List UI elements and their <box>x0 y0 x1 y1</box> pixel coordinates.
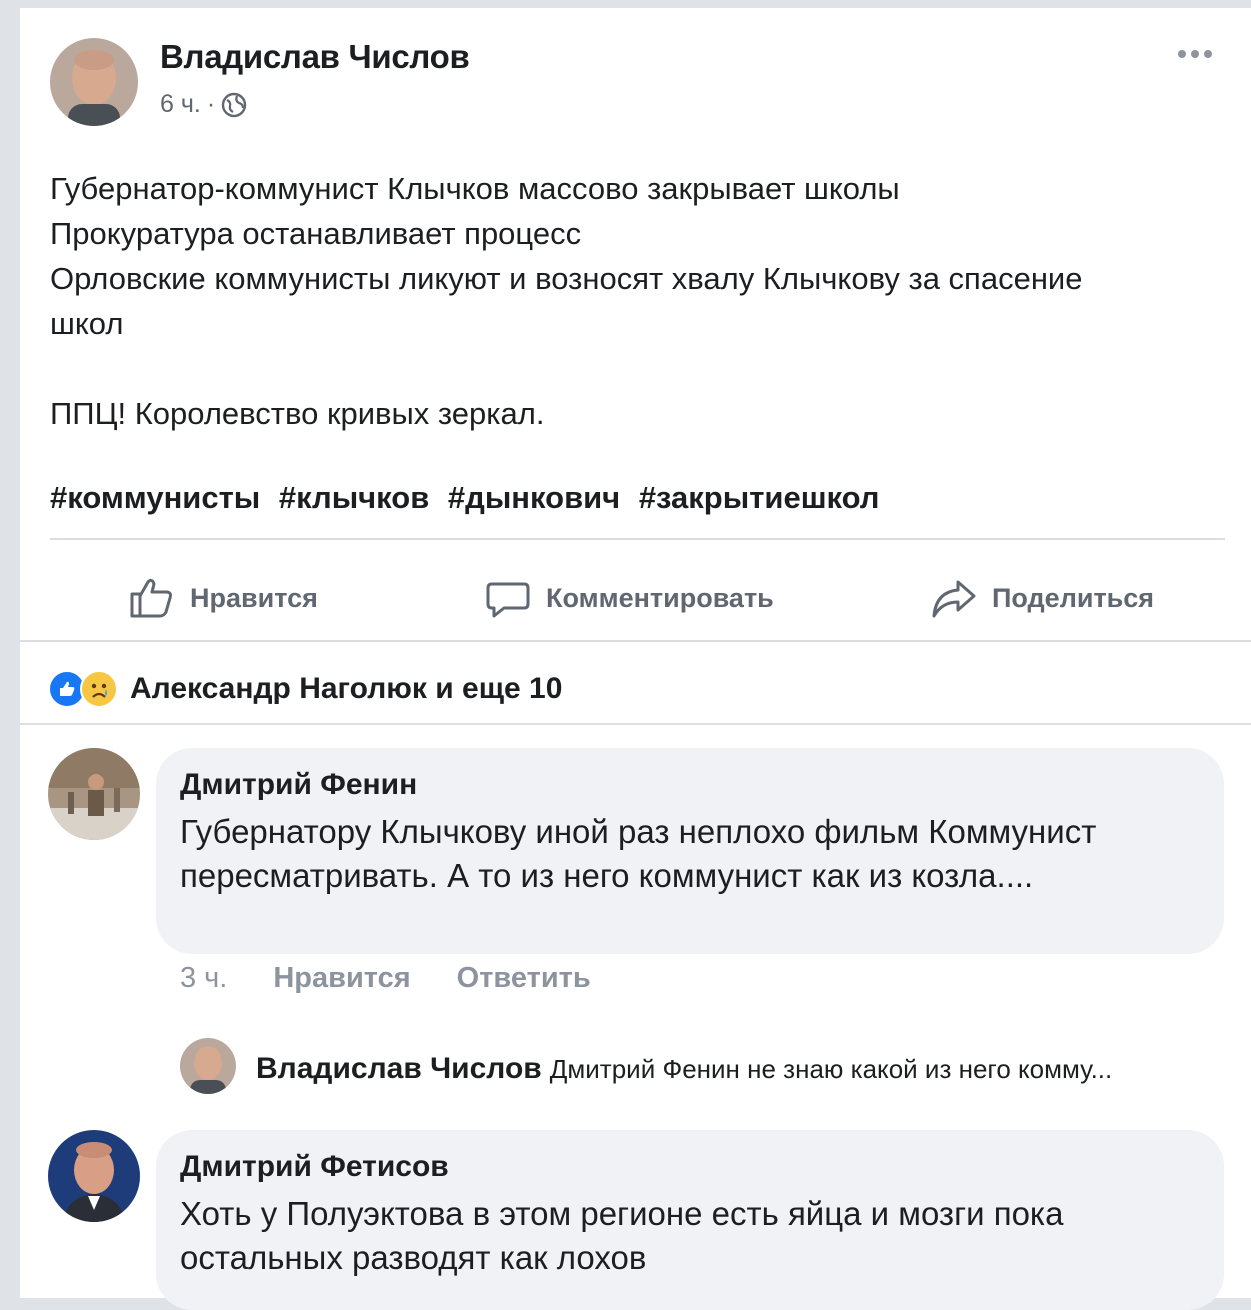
like-button[interactable]: Нравится <box>128 570 318 626</box>
hashtag-link[interactable]: #клычков <box>279 480 429 515</box>
comment-label: Комментировать <box>546 582 774 613</box>
post-actions: Нравится Комментировать Поделиться <box>20 548 1251 648</box>
comment-button[interactable]: Комментировать <box>484 570 774 626</box>
divider <box>20 640 1251 642</box>
author-avatar[interactable] <box>50 38 138 126</box>
commenter-name[interactable]: Дмитрий Фенин <box>180 768 1200 802</box>
post-line: Прокуратура останавливает процесс <box>50 216 582 251</box>
post-line: ППЦ! Королевство кривых зеркал. <box>50 396 545 431</box>
comment-time[interactable]: 3 ч. <box>180 962 227 995</box>
hashtags: #коммунисты #клычков #дынкович #закрытие… <box>50 480 890 516</box>
reply-avatar[interactable] <box>180 1038 236 1094</box>
post-card: Владислав Числов 6 ч. · Губернатор-комму… <box>20 8 1251 1310</box>
like-label: Нравится <box>190 582 318 613</box>
comment-bubble: Дмитрий Фенин Губернатору Клычкову иной … <box>156 748 1224 954</box>
comment-actions: 3 ч. Нравится Ответить <box>180 962 591 995</box>
comment-icon <box>486 582 530 618</box>
comment-reply-link[interactable]: Ответить <box>457 962 591 995</box>
meta-separator: · <box>206 90 216 118</box>
commenter-name[interactable]: Дмитрий Фетисов <box>180 1150 1200 1184</box>
post-meta: 6 ч. · <box>160 90 247 119</box>
comment-text: Хоть у Полуэктова в этом регионе есть яй… <box>180 1195 1064 1276</box>
share-icon <box>932 580 976 618</box>
reaction-icons <box>48 670 118 708</box>
reply-preview[interactable]: Владислав Числов Дмитрий Фенин не знаю к… <box>256 1052 1216 1086</box>
post-body: Губернатор-коммунист Клычков массово зак… <box>50 166 1220 436</box>
share-button[interactable]: Поделиться <box>930 570 1154 626</box>
author-name[interactable]: Владислав Числов <box>160 38 470 76</box>
post-line: Орловские коммунисты ликуют и возносят х… <box>50 261 1083 341</box>
reply-author[interactable]: Владислав Числов <box>256 1052 542 1085</box>
reactions-summary[interactable]: Александр Наголюк и еще 10 <box>48 670 562 708</box>
divider <box>20 723 1251 725</box>
reactions-text: Александр Наголюк и еще 10 <box>130 672 563 705</box>
comment-like-link[interactable]: Нравится <box>273 962 410 995</box>
sad-reaction-icon <box>80 670 118 708</box>
thumbs-up-icon <box>130 578 172 618</box>
commenter-avatar[interactable] <box>48 748 140 840</box>
post-time[interactable]: 6 ч. <box>160 90 201 119</box>
commenter-avatar[interactable] <box>48 1130 140 1222</box>
more-options-icon[interactable] <box>1175 44 1215 64</box>
post-line: Губернатор-коммунист Клычков массово зак… <box>50 171 900 206</box>
hashtag-link[interactable]: #коммунисты <box>50 480 260 515</box>
comment-bubble: Дмитрий Фетисов Хоть у Полуэктова в этом… <box>156 1130 1224 1310</box>
hashtag-link[interactable]: #закрытиешкол <box>639 480 880 515</box>
comment-text: Губернатору Клычкову иной раз неплохо фи… <box>180 813 1097 894</box>
share-label: Поделиться <box>992 582 1155 613</box>
globe-icon <box>221 92 247 117</box>
reply-text: Дмитрий Фенин не знаю какой из него комм… <box>549 1054 1113 1084</box>
hashtag-link[interactable]: #дынкович <box>448 480 620 515</box>
divider <box>50 538 1225 540</box>
